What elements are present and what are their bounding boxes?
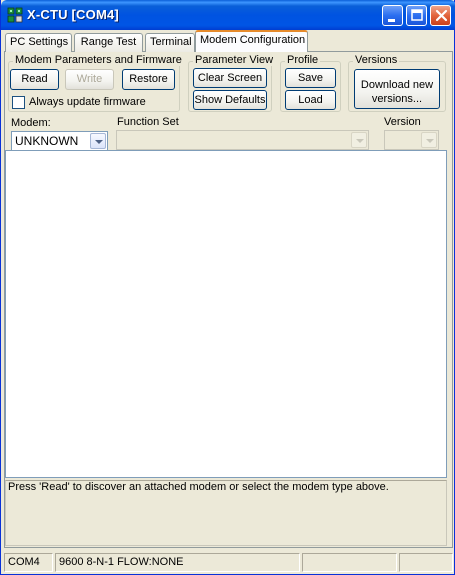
versions-group-label: Versions <box>353 54 400 66</box>
status-pane-empty-1 <box>302 553 397 572</box>
status-pane-empty-2 <box>399 553 453 572</box>
versions-group: Versions Download new versions... <box>348 54 446 112</box>
modem-select[interactable]: UNKNOWN <box>11 131 108 151</box>
restore-button[interactable]: Restore <box>122 69 175 90</box>
download-button-line1: Download new <box>360 78 434 91</box>
always-update-firmware-label: Always update firmware <box>29 96 146 108</box>
chevron-down-icon[interactable] <box>90 133 106 149</box>
profile-group: Profile Save Load <box>280 54 341 112</box>
tab-range-test[interactable]: Range Test <box>74 33 143 52</box>
minimize-icon <box>388 19 395 22</box>
clear-screen-button[interactable]: Clear Screen <box>193 68 267 88</box>
load-button[interactable]: Load <box>285 90 336 110</box>
parameter-list-area[interactable] <box>5 150 447 478</box>
version-select[interactable] <box>384 130 439 150</box>
parameter-view-group: Parameter View Clear Screen Show Default… <box>188 54 276 112</box>
chevron-down-icon[interactable] <box>351 132 367 148</box>
tab-terminal[interactable]: Terminal <box>145 33 195 52</box>
function-set-select[interactable] <box>116 130 369 150</box>
status-message: Press 'Read' to discover an attached mod… <box>5 480 447 546</box>
minimize-button[interactable] <box>382 5 403 26</box>
status-bar: COM4 9600 8-N-1 FLOW:NONE <box>4 553 453 572</box>
download-new-versions-button[interactable]: Download new versions... <box>354 69 440 109</box>
profile-group-label: Profile <box>285 54 321 66</box>
write-button[interactable]: Write <box>65 69 114 90</box>
maximize-icon <box>411 9 423 21</box>
chevron-down-icon[interactable] <box>421 132 437 148</box>
function-set-label: Function Set <box>117 116 179 128</box>
window-title: X-CTU [COM4] <box>27 7 119 22</box>
show-defaults-button[interactable]: Show Defaults <box>193 90 267 110</box>
app-window: X-CTU [COM4] PC Settings Range Test Term… <box>0 0 455 575</box>
close-icon <box>435 9 448 22</box>
status-port: COM4 <box>4 553 53 572</box>
modem-parameters-group: Modem Parameters and Firmware Read Write… <box>8 54 184 112</box>
tab-pc-settings[interactable]: PC Settings <box>5 33 72 52</box>
app-icon <box>7 7 23 23</box>
maximize-button[interactable] <box>406 5 427 26</box>
parameter-view-group-label: Parameter View <box>193 54 276 66</box>
save-button[interactable]: Save <box>285 68 336 88</box>
download-button-line2: versions... <box>371 92 423 105</box>
version-label: Version <box>384 116 421 128</box>
always-update-firmware-checkbox[interactable] <box>12 96 25 109</box>
modem-parameters-group-label: Modem Parameters and Firmware <box>13 54 184 66</box>
modem-label: Modem: <box>11 117 51 129</box>
read-button[interactable]: Read <box>10 69 59 90</box>
tab-modem-configuration[interactable]: Modem Configuration <box>195 30 308 52</box>
title-bar[interactable]: X-CTU [COM4] <box>1 0 455 30</box>
modem-select-value: UNKNOWN <box>15 134 79 148</box>
status-settings: 9600 8-N-1 FLOW:NONE <box>55 553 300 572</box>
close-button[interactable] <box>430 5 451 26</box>
